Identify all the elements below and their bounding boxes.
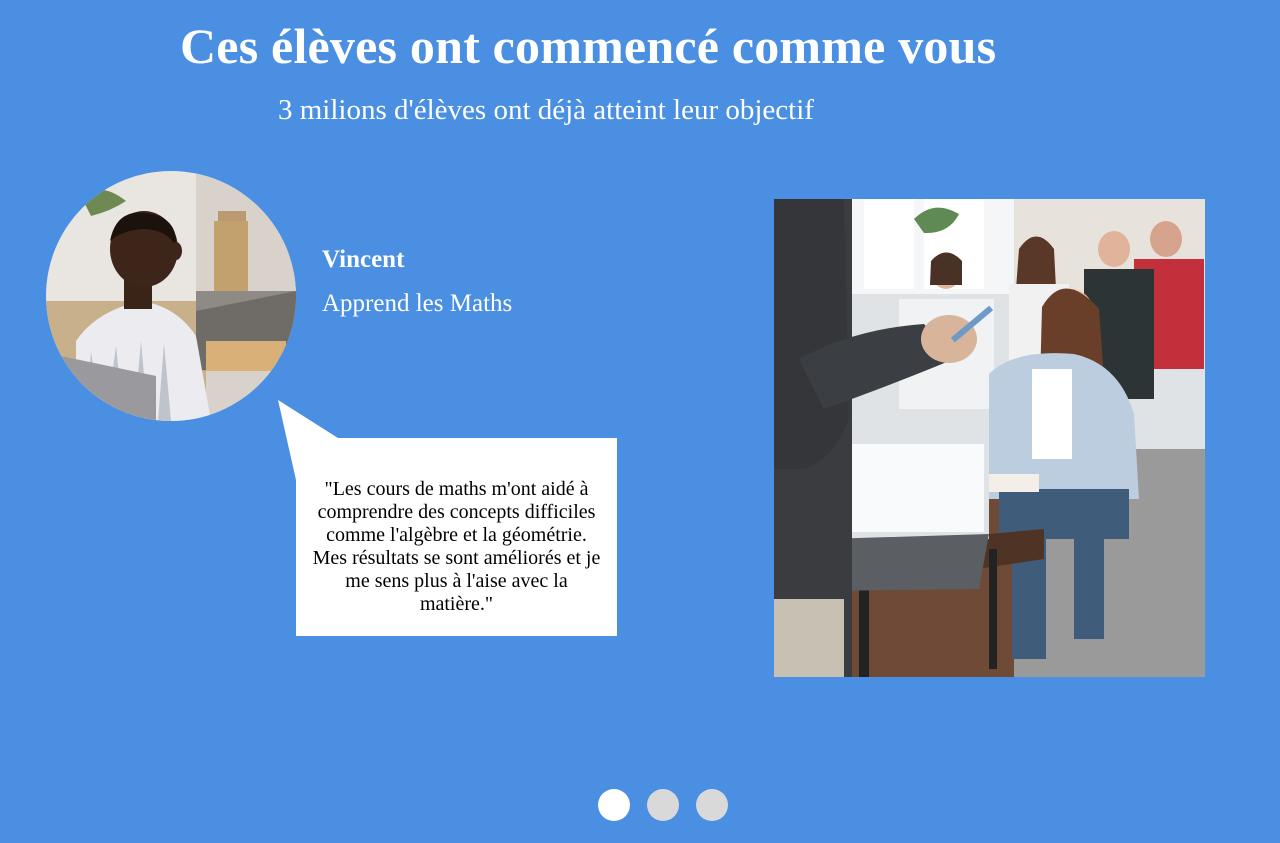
carousel-dot-1[interactable] bbox=[598, 789, 630, 821]
carousel-dot-2[interactable] bbox=[647, 789, 679, 821]
carousel-dot-3[interactable] bbox=[696, 789, 728, 821]
quote-bubble: "Les cours de maths m'ont aidé à compren… bbox=[296, 438, 617, 636]
classroom-photo bbox=[774, 199, 1205, 677]
section-title: Ces élèves ont commencé comme vous bbox=[180, 18, 997, 74]
section-subtitle: 3 milions d'élèves ont déjà atteint leur… bbox=[278, 94, 814, 126]
student-subject: Apprend les Maths bbox=[322, 290, 513, 317]
classroom-photo-image bbox=[774, 199, 1205, 677]
student-avatar bbox=[46, 171, 296, 421]
student-avatar-image bbox=[46, 171, 296, 421]
carousel-dots bbox=[598, 789, 728, 821]
testimonial-quote: "Les cours de maths m'ont aidé à compren… bbox=[312, 478, 601, 615]
student-name: Vincent bbox=[322, 246, 405, 273]
